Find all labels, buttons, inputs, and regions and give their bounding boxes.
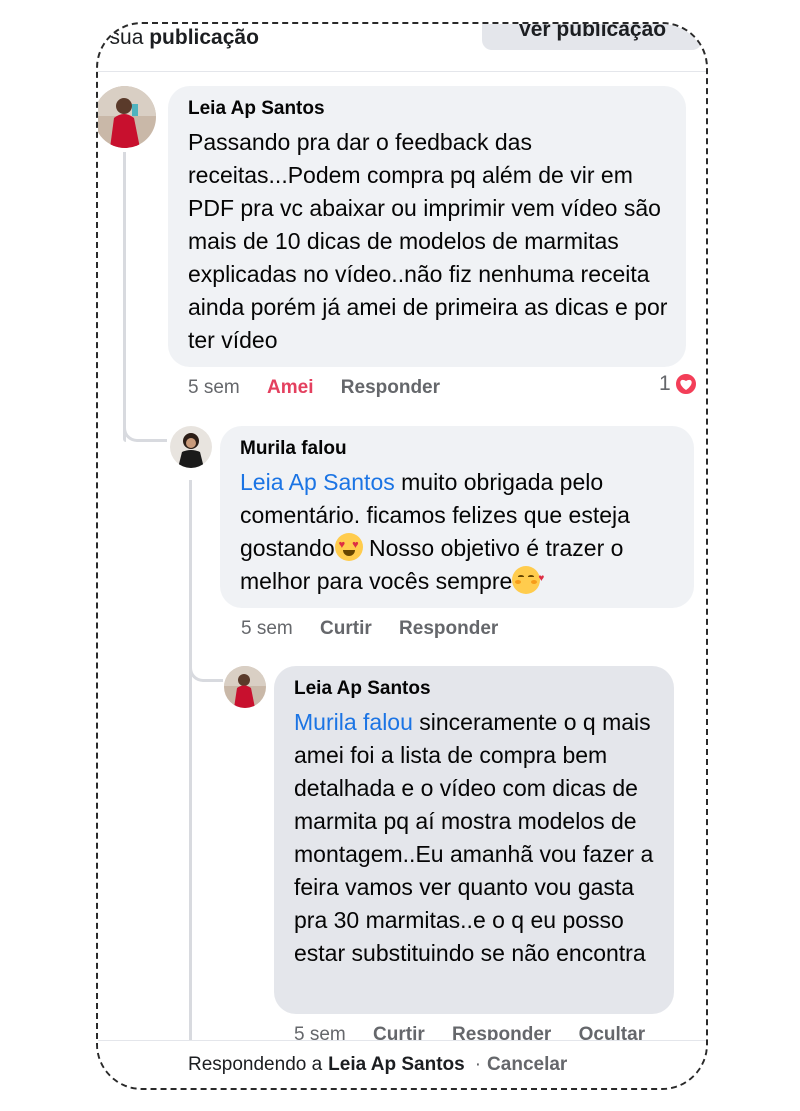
reaction-count-badge[interactable]: 1: [659, 372, 698, 396]
comment-text: Murila falou sinceramente o q mais amei …: [294, 709, 654, 966]
avatar-leia[interactable]: [98, 86, 156, 148]
reply-button[interactable]: Responder: [399, 618, 498, 639]
comment-author[interactable]: Leia Ap Santos: [294, 678, 656, 700]
comment-actions: 5 sem Curtir Responder: [241, 618, 520, 640]
view-post-button[interactable]: Ver publicação: [482, 24, 702, 50]
mention-link[interactable]: Leia Ap Santos: [240, 469, 395, 495]
loved-reaction-button[interactable]: Amei: [267, 377, 313, 398]
comment-bubble-selected[interactable]: Leia Ap Santos Murila falou sinceramente…: [274, 666, 674, 1014]
comment-time: 5 sem: [188, 377, 240, 398]
reply-status-bar: Respondendo a Leia Ap Santos · Cancelar: [98, 1040, 706, 1088]
avatar-murila[interactable]: [170, 426, 212, 468]
phone-frame: a sua publicação Ver publicação Leia Ap …: [96, 22, 708, 1090]
avatar-leia[interactable]: [224, 666, 266, 708]
like-button[interactable]: Curtir: [320, 618, 372, 639]
comment-text: Leia Ap Santos muito obrigada pelo comen…: [240, 469, 630, 594]
comment-actions: 5 sem Amei Responder: [188, 377, 462, 399]
comment-bubble[interactable]: Murila falou Leia Ap Santos muito obriga…: [220, 426, 694, 608]
comment-text: Passando pra dar o feedback das receitas…: [188, 129, 668, 353]
comment-author[interactable]: Leia Ap Santos: [188, 98, 668, 120]
comment-bubble[interactable]: Leia Ap Santos Passando pra dar o feedba…: [168, 86, 686, 367]
thread-line-main-branch: [123, 428, 167, 442]
thread-line-nested: [189, 480, 192, 1040]
comment-author[interactable]: Murila falou: [240, 438, 676, 460]
post-header-bar: a sua publicação Ver publicação: [98, 24, 706, 72]
thread-line-main: [123, 152, 126, 442]
thread-line-nested-branch: [189, 666, 223, 682]
post-header-text: a sua publicação: [96, 26, 259, 49]
comment-time: 5 sem: [241, 618, 293, 639]
mention-link[interactable]: Murila falou: [294, 709, 413, 735]
heart-reaction-icon: [673, 372, 698, 396]
reply-button[interactable]: Responder: [341, 377, 440, 398]
cancel-reply-button[interactable]: Cancelar: [487, 1054, 567, 1076]
heart-eyes-emoji-icon: ♥ ♥: [334, 533, 363, 561]
smiling-hearts-emoji-icon: ♥: [512, 566, 544, 594]
reply-target-name: Leia Ap Santos: [328, 1053, 465, 1075]
